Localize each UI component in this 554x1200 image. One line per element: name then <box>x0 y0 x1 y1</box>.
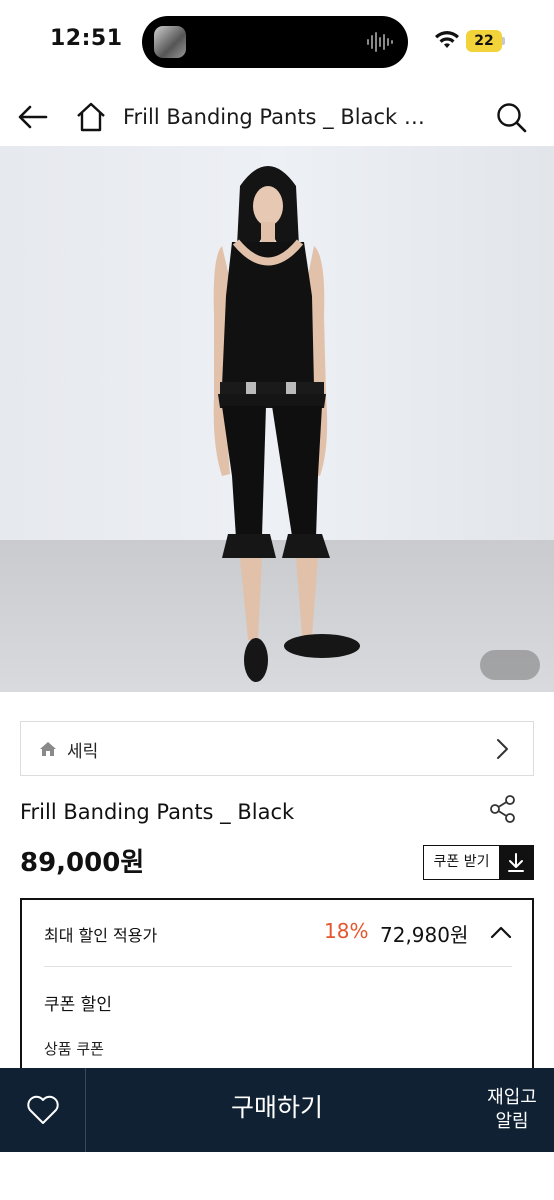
restock-alert-button[interactable]: 재입고 알림 <box>470 1068 554 1152</box>
product-name: Frill Banding Pants _ Black <box>20 800 295 824</box>
back-arrow-icon[interactable] <box>16 100 50 134</box>
status-time: 12:51 <box>50 26 123 51</box>
download-icon-box <box>499 846 533 879</box>
bottom-action-bar: 구매하기 재입고 알림 <box>0 1068 554 1152</box>
search-icon[interactable] <box>494 100 528 134</box>
battery-icon: 22 <box>466 30 502 52</box>
discounted-price: 72,980원 <box>380 923 469 947</box>
home-icon <box>40 742 56 756</box>
get-coupon-button[interactable]: 쿠폰 받기 <box>423 845 534 880</box>
chevron-up-icon[interactable] <box>490 924 512 940</box>
product-coupon-label: 상품 쿠폰 <box>44 1040 104 1058</box>
product-price: 89,000원 <box>20 848 145 878</box>
dynamic-island <box>142 16 408 68</box>
top-navigation: Frill Banding Pants _ Black –… <box>0 88 554 146</box>
share-icon[interactable] <box>488 794 518 824</box>
buy-button[interactable]: 구매하기 <box>86 1068 468 1152</box>
home-icon[interactable] <box>74 100 108 134</box>
now-playing-artwork <box>154 26 186 58</box>
discount-rate: 18% <box>324 919 369 943</box>
download-icon <box>508 852 524 872</box>
status-bar: 12:51 22 <box>0 0 554 84</box>
restock-label-line1: 재입고 <box>487 1087 537 1108</box>
heart-icon <box>26 1095 59 1124</box>
chevron-right-icon <box>497 739 508 759</box>
battery-cap <box>502 37 505 45</box>
product-image[interactable] <box>0 146 554 692</box>
image-pager-indicator <box>480 650 540 680</box>
wifi-icon <box>435 31 459 48</box>
brand-link[interactable]: 세릭 <box>20 721 534 776</box>
audio-waveform-icon <box>367 32 393 52</box>
restock-label-line2: 알림 <box>495 1111 529 1132</box>
max-discount-label: 최대 할인 적용가 <box>44 926 158 945</box>
home-indicator-area <box>0 1152 554 1200</box>
wishlist-button[interactable] <box>0 1068 86 1152</box>
brand-name: 세릭 <box>67 742 99 762</box>
get-coupon-label: 쿠폰 받기 <box>433 854 490 870</box>
page-title: Frill Banding Pants _ Black –… <box>123 105 433 129</box>
model-photo <box>0 146 554 692</box>
coupon-discount-label: 쿠폰 할인 <box>44 995 112 1015</box>
divider <box>44 966 512 967</box>
